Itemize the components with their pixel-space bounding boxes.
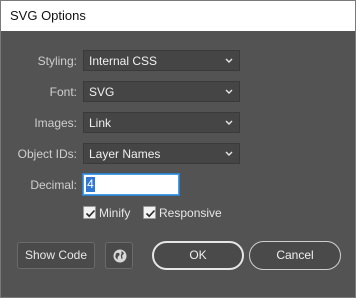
- svg-options-dialog: SVG Options Styling: Internal CSS Font: …: [0, 0, 356, 298]
- dialog-title: SVG Options: [10, 8, 86, 23]
- checkmark-icon: [85, 209, 96, 218]
- chevron-down-icon: [225, 120, 233, 125]
- font-select[interactable]: SVG: [83, 81, 240, 102]
- object-ids-label: Object IDs:: [17, 147, 77, 161]
- globe-icon: [113, 249, 127, 263]
- object-ids-select[interactable]: Layer Names: [83, 143, 240, 164]
- show-code-button[interactable]: Show Code: [17, 242, 95, 269]
- images-select[interactable]: Link: [83, 112, 240, 133]
- styling-label: Styling:: [37, 54, 77, 68]
- web-preview-button[interactable]: [105, 242, 133, 269]
- responsive-label: Responsive: [159, 206, 222, 220]
- minify-label: Minify: [99, 206, 131, 220]
- decimal-input[interactable]: 4: [83, 174, 179, 195]
- ok-button[interactable]: OK: [152, 241, 244, 270]
- object-ids-value: Layer Names: [89, 147, 161, 161]
- styling-select[interactable]: Internal CSS: [83, 50, 240, 71]
- checkmark-icon: [145, 209, 156, 218]
- decimal-value: 4: [86, 177, 95, 192]
- font-label: Font:: [49, 85, 77, 99]
- minify-checkbox[interactable]: [83, 206, 96, 219]
- styling-value: Internal CSS: [89, 54, 158, 68]
- chevron-down-icon: [225, 89, 233, 94]
- decimal-label: Decimal:: [30, 178, 77, 192]
- cancel-button[interactable]: Cancel: [249, 241, 341, 270]
- responsive-checkbox[interactable]: [143, 206, 156, 219]
- chevron-down-icon: [225, 151, 233, 156]
- images-value: Link: [89, 116, 112, 130]
- title-bar: SVG Options: [1, 1, 355, 31]
- chevron-down-icon: [225, 58, 233, 63]
- font-value: SVG: [89, 85, 115, 99]
- images-label: Images:: [34, 116, 77, 130]
